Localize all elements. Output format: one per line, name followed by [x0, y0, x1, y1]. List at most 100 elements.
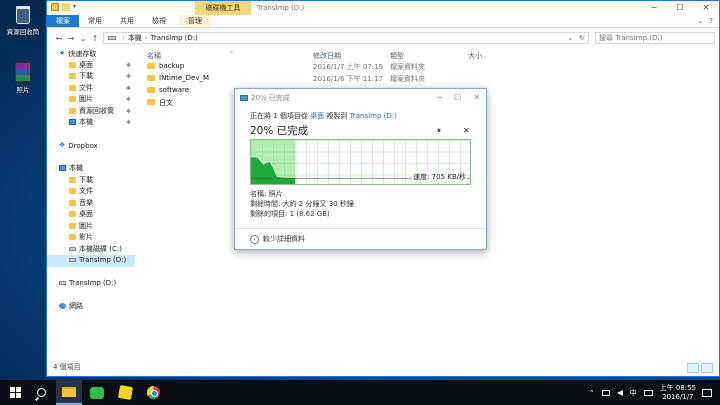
keyboard-icon[interactable]: [643, 389, 653, 396]
tab-home[interactable]: 常用: [79, 15, 111, 27]
input-method-indicator[interactable]: 中: [630, 388, 637, 398]
desktop-icon-label: 資源回收筒: [6, 28, 40, 36]
forward-button[interactable]: →: [65, 34, 77, 43]
desktop-icon-recycle-bin[interactable]: 資源回收筒: [2, 6, 44, 36]
taskbar-app-line[interactable]: [84, 380, 110, 405]
clock[interactable]: 上午 08:55 2016/1/7: [660, 384, 696, 402]
nav-item[interactable]: 文件 ✱: [47, 83, 135, 95]
tab-file[interactable]: 檔案: [47, 15, 79, 27]
navigation-pane: ★ 快速存取 桌面 ✱ 下載 ✱ 文件 ✱ 圖片 ✱ 資源回收筒 ✱ 本機 ✱ ❖ Dropbox 本機 下載 文件…: [47, 48, 135, 362]
tab-view[interactable]: 檢視: [143, 15, 175, 27]
address-bar-row: ← → ⌄ ↑ › 本機 › TransImp (D:) ⌄ ↻ 搜尋 Tran…: [47, 28, 719, 48]
source-link[interactable]: 桌面: [310, 112, 324, 120]
nav-item[interactable]: ★ 快速存取: [47, 48, 135, 60]
desktop-icon-photos[interactable]: 照片: [2, 62, 44, 94]
nav-item-label: 桌面: [79, 60, 93, 69]
sort-indicator-icon: ^: [229, 51, 235, 58]
recycle-bin-icon: [16, 6, 30, 24]
nav-item[interactable]: 圖片: [47, 221, 135, 233]
properties-icon[interactable]: [51, 3, 59, 11]
copy-desc-mid: 複製到: [326, 112, 348, 120]
nav-item[interactable]: ❖ Dropbox: [47, 140, 135, 152]
transfer-speed: 速度: 705 KB/秒: [412, 172, 467, 182]
address-dropdown-icon[interactable]: ⌄: [567, 34, 573, 42]
taskbar-app-kakao[interactable]: [112, 380, 138, 405]
speed-area: [251, 157, 296, 184]
back-button[interactable]: ←: [53, 34, 65, 43]
line-app-icon: [90, 386, 104, 399]
start-button[interactable]: [2, 380, 28, 405]
recent-locations-button[interactable]: ⌄: [77, 34, 89, 43]
dialog-close-button[interactable]: ✕: [473, 89, 480, 107]
file-row[interactable]: backup 2016/1/7 上午 07:19 檔案資料夾: [139, 60, 720, 72]
cancel-copy-button[interactable]: ✕: [463, 126, 470, 135]
folder-icon: [69, 73, 76, 79]
network-icon[interactable]: [601, 389, 610, 396]
chevron-down-icon[interactable]: ▾: [73, 3, 76, 11]
nav-item[interactable]: 本機 ✱: [47, 117, 135, 129]
address-field[interactable]: › 本機 › TransImp (D:) ⌄ ↻: [103, 32, 589, 44]
breadcrumb-drive[interactable]: TransImp (D:): [151, 34, 198, 42]
breadcrumb-this-pc[interactable]: 本機: [128, 33, 142, 43]
nav-item[interactable]: 本機磁碟 (C:): [47, 244, 135, 256]
taskbar-app-chrome[interactable]: [140, 380, 166, 405]
folder-icon: [69, 84, 76, 91]
folder-icon: [69, 234, 76, 240]
details-view-icon[interactable]: [687, 363, 699, 373]
fewer-details-button[interactable]: ⌄ 較少詳細資料: [250, 234, 305, 244]
destination-link[interactable]: TransImp (D:): [350, 112, 397, 120]
pin-icon: ✱: [125, 119, 131, 126]
nav-item[interactable]: 網路: [47, 301, 135, 313]
close-button[interactable]: ✕: [693, 1, 719, 15]
nav-item[interactable]: 影片: [47, 232, 135, 244]
pc-icon: [59, 165, 66, 171]
drop-icon: ❖: [59, 141, 66, 149]
dialog-minimize-button[interactable]: ─: [437, 89, 442, 107]
copy-progress-dialog: 20% 已完成 ─ ☐ ✕ 正在將 1 個項目從 桌面 複製到 TransImp…: [234, 88, 487, 250]
search-button[interactable]: [28, 380, 54, 405]
minimize-button[interactable]: ─: [641, 1, 667, 15]
nav-item[interactable]: 桌面 ✱: [47, 60, 135, 72]
tray-expand-icon[interactable]: ⌃: [589, 389, 595, 397]
search-input[interactable]: 搜尋 TransImp (D:): [595, 32, 715, 44]
title-bar: ▾ 磁碟機工具 TransImp (D:) ─ ☐ ✕: [47, 1, 719, 15]
clock-date: 2016/1/7: [662, 392, 694, 401]
help-icon[interactable]: ?: [709, 17, 713, 25]
time-remaining-line: 剩餘時間: 大約 2 分鐘又 30 秒鐘: [250, 200, 354, 208]
ribbon-collapse-icon[interactable]: ⌄: [697, 17, 703, 25]
nav-item[interactable]: 資源回收筒 ✱: [47, 106, 135, 118]
nav-item-label: 圖片: [79, 221, 93, 230]
up-button[interactable]: ↑: [89, 34, 101, 43]
dialog-title: 20% 已完成: [251, 94, 290, 102]
nav-item[interactable]: 下載: [47, 175, 135, 187]
large-icons-view-icon[interactable]: [701, 363, 713, 373]
nav-item[interactable]: 文件: [47, 186, 135, 198]
folder-icon: [69, 211, 76, 217]
taskbar-app-file-explorer[interactable]: [56, 380, 82, 405]
nav-item[interactable]: 桌面: [47, 209, 135, 221]
pause-button[interactable]: ⏸: [437, 126, 441, 136]
nav-item[interactable]: TransImp (D:): [47, 255, 135, 267]
file-row[interactable]: INtime_Dev_M 2016/1/6 下午 11:17 檔案資料夾: [139, 72, 720, 84]
column-headers: ^ 名稱 修改日期 類型 大小: [139, 48, 720, 60]
dialog-maximize-button[interactable]: ☐: [454, 89, 461, 107]
nav-item[interactable]: 音樂: [47, 198, 135, 210]
archive-icon: [15, 62, 31, 82]
volume-icon[interactable]: [616, 389, 623, 396]
nav-item[interactable]: TransImp (D:): [47, 278, 135, 290]
maximize-button[interactable]: ☐: [667, 1, 693, 15]
nav-item[interactable]: 圖片 ✱: [47, 94, 135, 106]
action-center-icon[interactable]: [702, 388, 712, 397]
folder-icon: [69, 96, 76, 102]
breadcrumb-separator: ›: [122, 34, 125, 42]
nav-item-label: 本機: [69, 164, 83, 172]
nav-item[interactable]: 下載 ✱: [47, 71, 135, 83]
tab-manage[interactable]: 管理: [179, 15, 211, 27]
nav-item-label: 網路: [69, 302, 83, 310]
folder-icon: [147, 87, 155, 93]
refresh-icon[interactable]: ↻: [579, 34, 585, 42]
nav-item[interactable]: 本機: [47, 163, 135, 175]
new-folder-icon[interactable]: [62, 3, 70, 11]
tab-share[interactable]: 共用: [111, 15, 143, 27]
pin-icon: ✱: [125, 96, 131, 103]
